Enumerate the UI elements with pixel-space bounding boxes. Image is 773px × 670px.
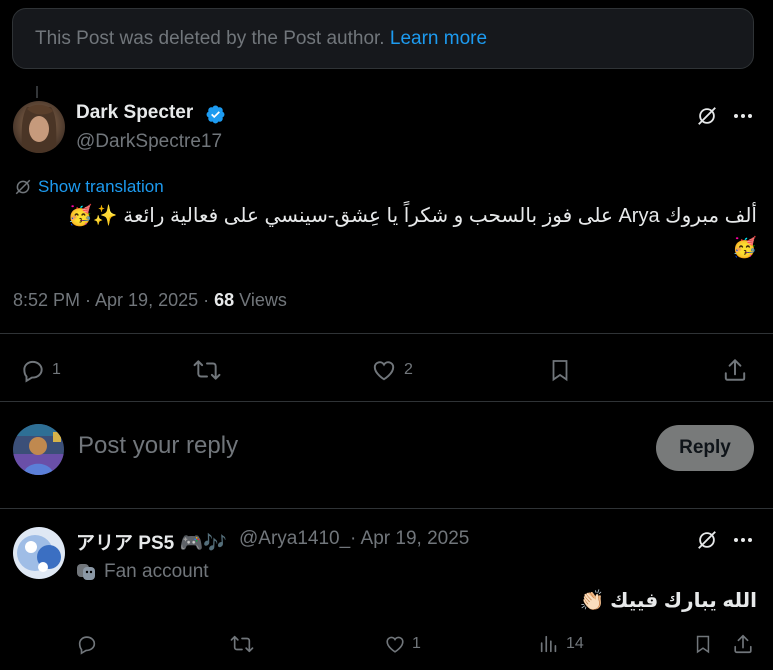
reply-icon [78,636,96,655]
reply-views-button[interactable]: 14 [538,633,584,655]
reply-like-button[interactable]: 1 [384,633,421,655]
share-icon [734,634,752,654]
repost-action-button[interactable] [192,357,228,383]
repost-icon [230,635,254,653]
reply-author-name[interactable]: アリア PS5 🎮🎶 [76,528,227,555]
theater-masks-icon [77,564,95,580]
views-label: Views [234,290,287,310]
reply-reply-button[interactable] [76,633,104,655]
reply-views-count: 14 [566,635,584,652]
bookmark-icon [552,360,568,382]
author-name[interactable]: Dark Specter [76,102,193,124]
thread-connector [36,86,38,98]
bookmark-action-button[interactable] [548,357,572,383]
post-text: ألف مبروك Arya على فوز بالسحب و شكراً يا… [17,200,757,264]
reply-bookmark-button[interactable] [693,633,713,655]
post-metadata: 8:52 PM · Apr 19, 2025 · 68 Views [13,290,287,311]
post-timestamp[interactable]: 8:52 PM · Apr 19, 2025 · [13,290,214,310]
reply-repost-button[interactable] [230,633,260,655]
avatar[interactable] [13,101,65,153]
bookmark-icon [696,635,710,654]
deleted-notice-text: This Post was deleted by the Post author… [35,28,487,50]
learn-more-link[interactable]: Learn more [390,28,487,49]
analytics-icon [540,635,557,653]
reply-text: الله يبارك فييك 👏🏻 [579,590,757,612]
divider [0,333,773,334]
reply-like-count: 1 [412,635,421,652]
reply-button[interactable]: Reply [656,425,754,471]
reply-count: 1 [52,361,61,378]
more-options-icon[interactable] [730,527,756,553]
heart-icon [373,361,395,381]
fan-account-text: Fan account [104,561,209,582]
translate-icon [15,179,31,195]
more-options-icon[interactable] [730,103,756,129]
reply-input[interactable]: Post your reply [78,432,238,460]
divider [0,401,773,402]
reply-action-button[interactable]: 1 [20,357,61,383]
reply-avatar[interactable] [13,527,65,579]
current-user-avatar[interactable] [13,424,64,475]
heart-icon [386,636,404,653]
show-translation-label[interactable]: Show translation [38,177,164,197]
reply-author-handle[interactable]: @Arya1410_ [239,528,350,550]
grok-icon[interactable] [694,527,720,553]
verified-badge-icon [205,104,226,130]
repost-icon [193,360,221,380]
reply-date[interactable]: · Apr 19, 2025 [350,528,469,550]
share-action-button[interactable] [722,357,748,383]
like-action-button[interactable]: 2 [370,357,413,383]
share-icon [724,358,746,381]
show-translation-link[interactable]: Show translation [14,177,164,197]
views-count: 68 [214,290,235,310]
fan-account-label: Fan account [76,561,209,583]
post-text-line-2: 🥳 [732,237,757,259]
grok-icon[interactable] [694,103,720,129]
post-text-line: ألف مبروك Arya على فوز بالسحب و شكراً يا… [67,205,757,227]
author-handle[interactable]: @DarkSpectre17 [76,131,222,153]
reply-icon [23,360,43,383]
deleted-notice-label: This Post was deleted by the Post author… [35,28,385,49]
author-name-text[interactable]: Dark Specter [76,102,193,123]
like-count: 2 [404,361,413,378]
deleted-post-notice: This Post was deleted by the Post author… [12,8,754,69]
reply-share-button[interactable] [732,633,754,655]
divider [0,508,773,509]
